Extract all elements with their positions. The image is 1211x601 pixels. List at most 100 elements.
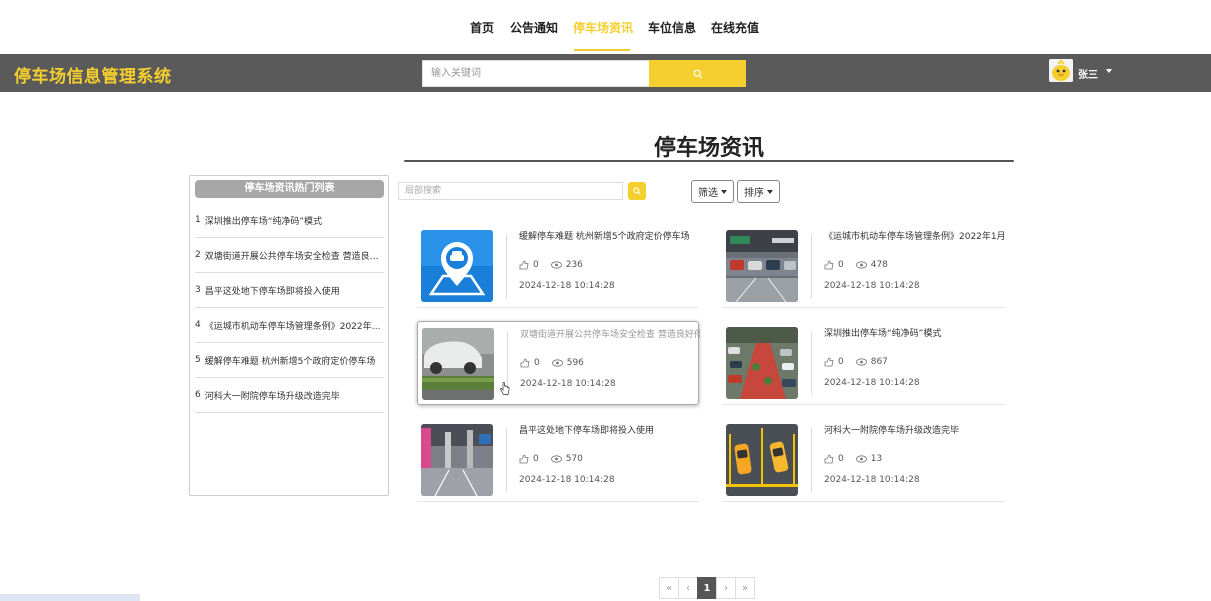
nav-home[interactable]: 首页 xyxy=(470,19,494,36)
nav-recharge[interactable]: 在线充值 xyxy=(711,19,759,36)
search-button[interactable] xyxy=(649,60,746,87)
hot-list-title: 停车场资讯热门列表 xyxy=(195,180,384,198)
title-divider xyxy=(404,160,1014,162)
chevron-down-icon xyxy=(721,189,727,194)
search-icon xyxy=(693,69,702,78)
article-thumbnail xyxy=(726,230,798,302)
thumbs-up-icon[interactable] xyxy=(824,357,834,367)
thumbs-up-icon[interactable] xyxy=(520,358,530,368)
view-count: 570 xyxy=(565,454,583,464)
filter-dropdown[interactable]: 筛选 xyxy=(691,180,734,203)
card-divider xyxy=(506,428,507,492)
parking-app-icon xyxy=(421,230,493,302)
eye-icon xyxy=(855,261,867,269)
view-count: 867 xyxy=(870,357,888,367)
avatar[interactable] xyxy=(1049,59,1073,82)
article-title[interactable]: 昌平这处地下停车场即将投入使用 xyxy=(519,423,699,436)
article-stats: 0 478 xyxy=(824,260,888,270)
card-divider xyxy=(506,234,507,298)
next-page-button[interactable]: › xyxy=(716,577,736,599)
hot-list-item-text: 河科大一附院停车场升级改造完毕 xyxy=(204,391,340,402)
local-search-input[interactable] xyxy=(398,182,623,200)
article-stats: 0 570 xyxy=(519,454,583,464)
sort-dropdown-label: 排序 xyxy=(744,188,764,199)
card-divider xyxy=(811,428,812,492)
status-bar xyxy=(0,594,140,601)
article-stats: 0 596 xyxy=(520,358,584,368)
like-count: 0 xyxy=(838,260,844,270)
article-card[interactable]: 双塘街道开展公共停车场安全检查 营造良好停车环境 0 596 2024-12-1… xyxy=(417,321,700,405)
eye-icon xyxy=(551,359,563,367)
thumbs-up-icon[interactable] xyxy=(824,454,834,464)
first-page-button[interactable]: « xyxy=(659,577,679,599)
card-divider xyxy=(811,331,812,395)
article-title[interactable]: 双塘街道开展公共停车场安全检查 营造良好停车环境 xyxy=(520,327,700,340)
article-card[interactable]: 昌平这处地下停车场即将投入使用 0 570 2024-12-18 10:14:2… xyxy=(417,418,699,502)
eye-icon xyxy=(550,455,562,463)
hand-cursor-icon xyxy=(500,382,510,395)
article-stats: 0 236 xyxy=(519,260,583,270)
hot-list-item[interactable]: 3 昌平这处地下停车场即将投入使用 xyxy=(195,273,384,308)
article-date: 2024-12-18 10:14:28 xyxy=(824,378,920,388)
hot-list-item[interactable]: 5 缓解停车难题 杭州新增5个政府定价停车场 xyxy=(195,343,384,378)
underground-photo xyxy=(421,424,493,496)
nav-spot-info[interactable]: 车位信息 xyxy=(648,19,696,36)
hot-list-item-text: 昌平这处地下停车场即将投入使用 xyxy=(204,286,340,297)
article-date: 2024-12-18 10:14:28 xyxy=(519,281,615,291)
hot-list-item-number: 4 xyxy=(195,320,201,330)
filter-dropdown-label: 筛选 xyxy=(698,188,718,199)
article-thumbnail xyxy=(421,230,493,302)
like-count: 0 xyxy=(534,358,540,368)
thumbs-up-icon[interactable] xyxy=(824,260,834,270)
article-thumbnail xyxy=(726,424,798,496)
article-title[interactable]: 深圳推出停车场“纯净码”模式 xyxy=(824,326,1004,339)
hot-list-item[interactable]: 4 《运城市机动车停车场管理条例》2022年1月1日起施行 xyxy=(195,308,384,343)
article-thumbnail xyxy=(422,328,494,400)
thumbs-up-icon[interactable] xyxy=(519,454,529,464)
hot-list-item-text: 双塘街道开展公共停车场安全检查 营造良好停车环境 xyxy=(204,251,381,262)
eye-icon xyxy=(855,455,867,463)
username[interactable]: 张三 xyxy=(1078,66,1098,81)
duck-avatar-icon xyxy=(1049,59,1073,82)
taxi-photo xyxy=(726,424,798,496)
hot-list-item[interactable]: 2 双塘街道开展公共停车场安全检查 营造良好停车环境 xyxy=(195,238,384,273)
hot-list-item-number: 5 xyxy=(195,355,201,365)
car-grass-photo xyxy=(422,328,494,400)
prev-page-button[interactable]: ‹ xyxy=(678,577,698,599)
chevron-down-icon xyxy=(767,189,773,194)
nav-parking-news[interactable]: 停车场资讯 xyxy=(573,19,633,36)
hot-list-item[interactable]: 1 深圳推出停车场“纯净码”模式 xyxy=(195,203,384,238)
user-menu-chevron-down-icon[interactable] xyxy=(1106,69,1112,73)
sort-dropdown[interactable]: 排序 xyxy=(737,180,780,203)
article-title[interactable]: 《运城市机动车停车场管理条例》2022年1月1日起施行 xyxy=(824,229,1004,242)
header-bar: 停车场信息管理系统 xyxy=(0,54,1211,92)
article-stats: 0 13 xyxy=(824,454,882,464)
article-title[interactable]: 缓解停车难题 杭州新增5个政府定价停车场 xyxy=(519,229,699,242)
local-search-button[interactable] xyxy=(628,182,646,200)
hot-list-item-number: 2 xyxy=(195,250,201,260)
article-card[interactable]: 深圳推出停车场“纯净码”模式 0 867 2024-12-18 10:14:28 xyxy=(722,321,1004,405)
hot-list-item-number: 6 xyxy=(195,390,201,400)
hot-list-item[interactable]: 6 河科大一附院停车场升级改造完毕 xyxy=(195,378,384,413)
pagination: « ‹ 1 › » xyxy=(659,577,755,599)
nav-notices[interactable]: 公告通知 xyxy=(510,19,558,36)
thumbs-up-icon[interactable] xyxy=(519,260,529,270)
article-date: 2024-12-18 10:14:28 xyxy=(824,281,920,291)
article-thumbnail xyxy=(421,424,493,496)
article-date: 2024-12-18 10:14:28 xyxy=(519,475,615,485)
hot-list-item-text: 缓解停车难题 杭州新增5个政府定价停车场 xyxy=(204,356,376,367)
article-card[interactable]: 河科大一附院停车场升级改造完毕 0 13 2024-12-18 10:14:28 xyxy=(722,418,1004,502)
search-input[interactable] xyxy=(422,60,649,87)
article-card[interactable]: 缓解停车难题 杭州新增5个政府定价停车场 0 236 2024-12-18 10… xyxy=(417,224,699,308)
article-thumbnail xyxy=(726,327,798,399)
view-count: 236 xyxy=(565,260,583,270)
search-icon xyxy=(633,187,641,195)
last-page-button[interactable]: » xyxy=(735,577,755,599)
red-lot-photo xyxy=(726,327,798,399)
nav-active-underline xyxy=(574,49,630,51)
article-card[interactable]: 《运城市机动车停车场管理条例》2022年1月1日起施行 0 478 2024-1… xyxy=(722,224,1004,308)
card-divider xyxy=(811,234,812,298)
page-number-button[interactable]: 1 xyxy=(697,577,717,599)
brand-title[interactable]: 停车场信息管理系统 xyxy=(14,62,172,87)
article-title[interactable]: 河科大一附院停车场升级改造完毕 xyxy=(824,423,1004,436)
